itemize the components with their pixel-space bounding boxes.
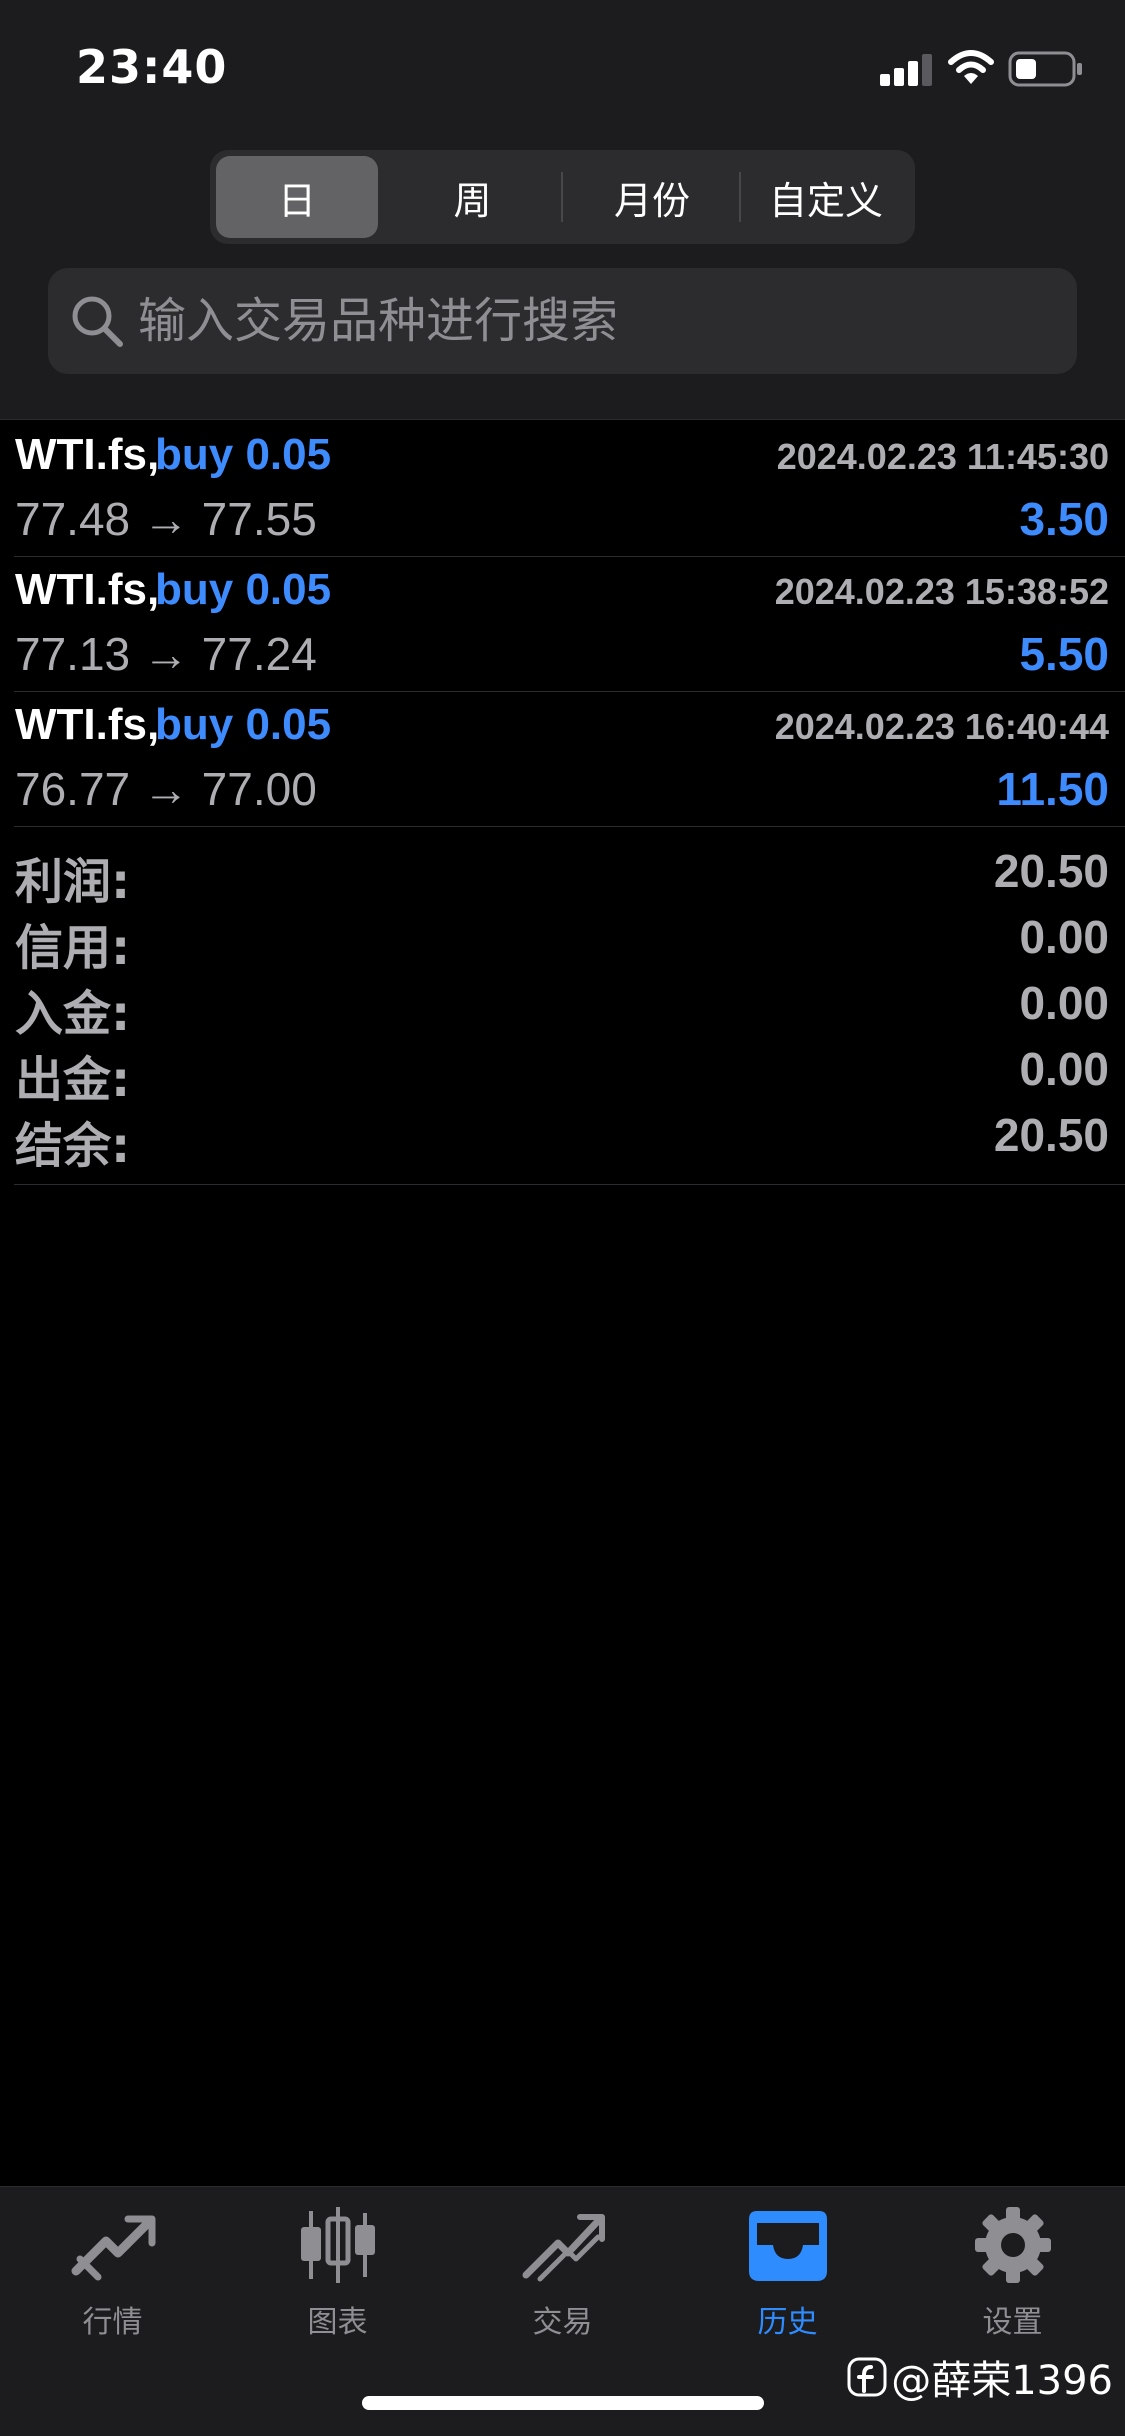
- trade-row[interactable]: WTI.fs, buy 0.05 2024.02.23 16:40:44 76.…: [0, 692, 1125, 827]
- watermark-logo-icon: [847, 2357, 887, 2397]
- tab-history[interactable]: 历史: [675, 2205, 900, 2345]
- trade-type: buy 0.05: [155, 565, 332, 614]
- trade-time: 2024.02.23 16:40:44: [774, 706, 1109, 747]
- tab-quotes[interactable]: 行情: [0, 2205, 225, 2345]
- summary-value: 0.00: [1019, 1043, 1109, 1095]
- trade-time: 2024.02.23 11:45:30: [776, 436, 1109, 477]
- trade-type: buy 0.05: [155, 700, 332, 749]
- tab-label: 行情: [82, 2305, 143, 2340]
- watermark: @薛荣1396: [847, 2348, 1113, 2406]
- wifi-icon: [948, 50, 994, 84]
- tab-label: 图表: [307, 2305, 368, 2340]
- summary-row-credit: 信用: 0.00: [0, 908, 1125, 976]
- trade-row[interactable]: WTI.fs, buy 0.05 2024.02.23 15:38:52 77.…: [0, 557, 1125, 692]
- summary-value: 20.50: [993, 1109, 1109, 1161]
- trade-prices: 77.48 → 77.55: [15, 493, 317, 545]
- trade-type: buy 0.05: [155, 430, 332, 479]
- header-area: 23:40 日 周 月份 自定义: [0, 0, 1125, 420]
- search-icon: [72, 296, 123, 347]
- search-box[interactable]: [48, 268, 1077, 374]
- gear-icon: [974, 2207, 1051, 2283]
- status-bar: 23:40: [0, 0, 1125, 140]
- trade-prices: 76.77 → 77.00: [15, 763, 317, 815]
- tab-label: 历史: [757, 2305, 818, 2340]
- tab-week[interactable]: 周: [390, 156, 555, 238]
- summary-row-deposit: 入金: 0.00: [0, 974, 1125, 1042]
- summary-label: 利润:: [15, 854, 131, 910]
- quotes-icon: [71, 2215, 155, 2281]
- search-input[interactable]: [138, 268, 1058, 374]
- summary-value: 20.50: [993, 845, 1109, 897]
- summary-row-balance: 结余: 20.50: [0, 1106, 1125, 1174]
- summary-label: 信用:: [15, 920, 131, 976]
- trade-symbol: WTI.fs,: [15, 700, 160, 749]
- trade-profit: 11.50: [996, 763, 1109, 815]
- trade-history-list: WTI.fs, buy 0.05 2024.02.23 11:45:30 77.…: [0, 422, 1125, 827]
- trade-profit: 5.50: [1019, 628, 1109, 680]
- trade-prices: 77.13 → 77.24: [15, 628, 317, 680]
- summary-row-profit: 利润: 20.50: [0, 842, 1125, 910]
- segment-divider: [561, 172, 563, 222]
- tab-trade[interactable]: 交易: [450, 2205, 675, 2345]
- period-segmented-control: 日 周 月份 自定义: [210, 150, 915, 244]
- tab-month[interactable]: 月份: [567, 156, 737, 238]
- tab-custom[interactable]: 自定义: [743, 156, 909, 238]
- cellular-signal-icon: [880, 52, 934, 86]
- summary-label: 结余:: [15, 1118, 131, 1174]
- summary-row-withdrawal: 出金: 0.00: [0, 1040, 1125, 1108]
- tab-day[interactable]: 日: [216, 156, 378, 238]
- summary-value: 0.00: [1019, 977, 1109, 1029]
- tab-label: 设置: [982, 2305, 1043, 2340]
- trade-symbol: WTI.fs,: [15, 430, 160, 479]
- trade-row[interactable]: WTI.fs, buy 0.05 2024.02.23 11:45:30 77.…: [0, 422, 1125, 557]
- summary-value: 0.00: [1019, 911, 1109, 963]
- battery-icon: [1008, 51, 1082, 87]
- candlestick-chart-icon: [300, 2207, 375, 2283]
- tab-settings[interactable]: 设置: [900, 2205, 1125, 2345]
- trade-time: 2024.02.23 15:38:52: [774, 571, 1109, 612]
- segment-divider: [739, 172, 741, 222]
- account-summary: 利润: 20.50 信用: 0.00 入金: 0.00 出金: 0.00 结余:…: [0, 828, 1125, 1185]
- summary-label: 出金:: [15, 1052, 131, 1108]
- history-inbox-icon: [748, 2211, 827, 2281]
- watermark-text: @薛荣1396: [891, 2358, 1113, 2404]
- home-indicator[interactable]: [362, 2396, 764, 2410]
- trade-profit: 3.50: [1019, 493, 1109, 545]
- summary-label: 入金:: [15, 986, 131, 1042]
- status-time: 23:40: [76, 40, 228, 94]
- tab-label: 交易: [532, 2305, 593, 2340]
- tab-charts[interactable]: 图表: [225, 2205, 450, 2345]
- trade-icon: [522, 2214, 605, 2282]
- trade-symbol: WTI.fs,: [15, 565, 160, 614]
